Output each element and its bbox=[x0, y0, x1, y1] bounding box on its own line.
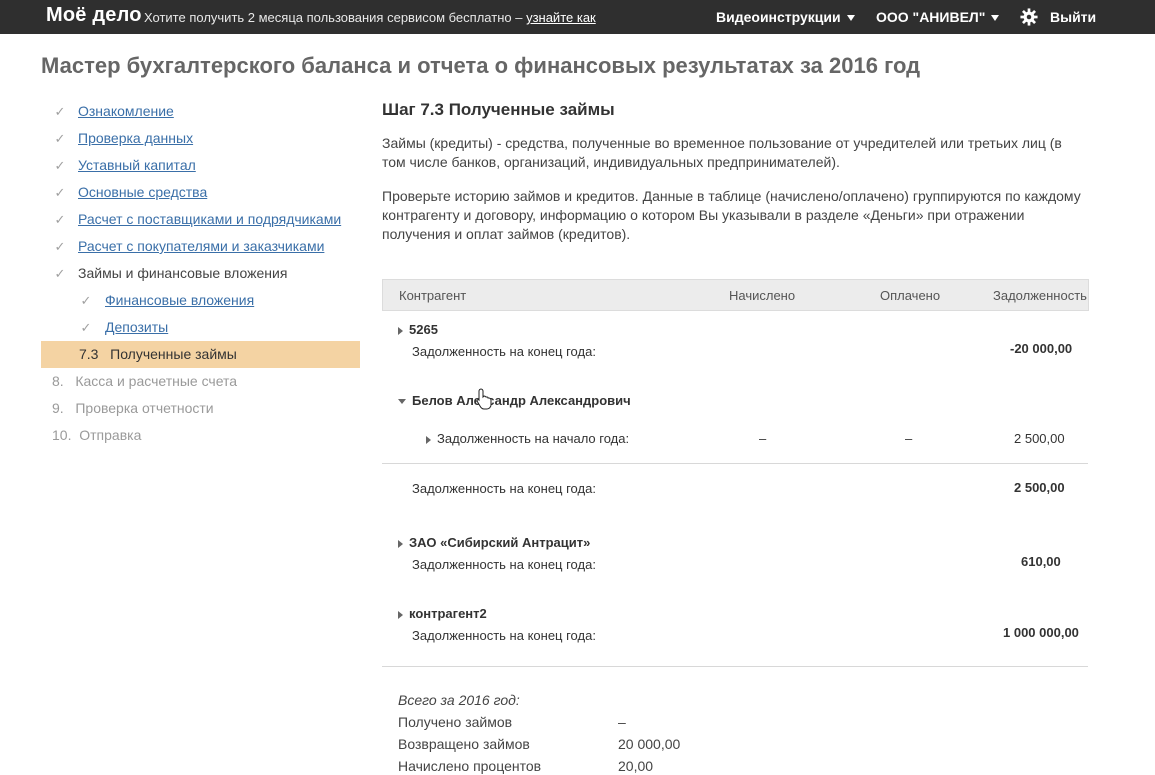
step-reporting-check: 9. Проверка отчетности bbox=[41, 395, 360, 422]
step-cash-accounts: 8. Касса и расчетные счета bbox=[41, 368, 360, 395]
collapse-arrow-icon bbox=[398, 399, 406, 405]
start-paid-value: – bbox=[905, 431, 913, 446]
step-link[interactable]: Ознакомление bbox=[78, 98, 174, 125]
start-debt-value: 2 500,00 bbox=[1014, 431, 1065, 446]
step-label: Займы и финансовые вложения bbox=[78, 265, 288, 281]
check-icon: ✓ bbox=[80, 320, 92, 335]
step-link[interactable]: Уставный капитал bbox=[78, 152, 196, 179]
counterparty-name: 5265 bbox=[409, 322, 438, 337]
step-intro[interactable]: ✓ Ознакомление bbox=[41, 98, 360, 125]
step-loans-investments: ✓ Займы и финансовые вложения bbox=[41, 260, 360, 287]
end-debt-value: 2 500,00 bbox=[1014, 480, 1065, 495]
summary-label: Возвращено займов bbox=[398, 736, 530, 752]
end-debt-value: 1 000 000,00 bbox=[1003, 625, 1079, 640]
step-send: 10. Отправка bbox=[41, 422, 360, 449]
end-debt-label: Задолженность на конец года: bbox=[412, 557, 596, 572]
start-debt-label: Задолженность на начало года: bbox=[437, 431, 630, 446]
check-icon: ✓ bbox=[54, 212, 66, 227]
expand-arrow-icon bbox=[426, 435, 431, 444]
step-link[interactable]: Расчет с покупателями и заказчиками bbox=[78, 233, 324, 260]
company-label: ООО "АНИВЕЛ" bbox=[876, 9, 986, 25]
chevron-down-icon bbox=[846, 15, 855, 22]
step-charter-capital[interactable]: ✓ Уставный капитал bbox=[41, 152, 360, 179]
step-label: 10. Отправка bbox=[52, 427, 142, 443]
step-customers[interactable]: ✓ Расчет с покупателями и заказчиками bbox=[41, 233, 360, 260]
step-title: Шаг 7.3 Полученные займы bbox=[382, 100, 615, 119]
subgroup-toggle[interactable]: Задолженность на начало года: bbox=[426, 431, 629, 446]
summary-title: Всего за 2016 год: bbox=[398, 692, 520, 708]
end-debt-label: Задолженность на конец года: bbox=[412, 628, 596, 643]
step-link[interactable]: Проверка данных bbox=[78, 125, 193, 152]
loans-table-header: Контрагент Начислено Оплачено Задолженно… bbox=[382, 279, 1089, 311]
end-debt-value: -20 000,00 bbox=[1010, 341, 1073, 356]
step-financial-investments[interactable]: ✓ Финансовые вложения bbox=[41, 287, 360, 314]
end-debt-value: 610,00 bbox=[1021, 554, 1061, 569]
group-toggle[interactable]: Белов Александр Александрович bbox=[398, 393, 631, 408]
column-header-paid: Оплачено bbox=[880, 288, 941, 303]
end-debt-label: Задолженность на конец года: bbox=[412, 481, 596, 496]
page-title: Мастер бухгалтерского баланса и отчета о… bbox=[41, 53, 921, 78]
column-header-counterparty: Контрагент bbox=[399, 288, 467, 303]
check-icon: ✓ bbox=[80, 293, 92, 308]
wizard-steps: ✓ Ознакомление ✓ Проверка данных ✓ Уставный… bbox=[41, 98, 360, 449]
counterparty-name: Белов Александр Александрович bbox=[412, 393, 631, 408]
summary-value: – bbox=[618, 714, 626, 730]
expand-arrow-icon bbox=[398, 539, 403, 548]
step-link[interactable]: Основные средства bbox=[78, 179, 207, 206]
top-bar: Моё дело Хотите получить 2 месяца пользо… bbox=[0, 0, 1155, 34]
step-link[interactable]: Финансовые вложения bbox=[105, 287, 254, 314]
group-toggle[interactable]: контрагент2 bbox=[398, 606, 487, 621]
check-icon: ✓ bbox=[54, 131, 66, 146]
logout-button[interactable]: Выйти bbox=[1050, 9, 1096, 25]
step-link[interactable]: Расчет с поставщиками и подрядчиками bbox=[78, 206, 341, 233]
step-fixed-assets[interactable]: ✓ Основные средства bbox=[41, 179, 360, 206]
group-toggle[interactable]: ЗАО «Сибирский Антрацит» bbox=[398, 535, 590, 550]
video-instructions-label: Видеоинструкции bbox=[716, 9, 841, 25]
chevron-down-icon bbox=[991, 15, 1000, 22]
step-label: 7.3 Полученные займы bbox=[79, 346, 237, 362]
promo-link[interactable]: узнайте как bbox=[526, 10, 596, 25]
divider bbox=[382, 666, 1088, 667]
promo-banner: Хотите получить 2 месяца пользования сер… bbox=[144, 10, 596, 25]
summary-label: Получено займов bbox=[398, 714, 513, 730]
group-toggle[interactable]: 5265 bbox=[398, 322, 438, 337]
step-suppliers[interactable]: ✓ Расчет с поставщиками и подрядчиками bbox=[41, 206, 360, 233]
counterparty-name: ЗАО «Сибирский Антрацит» bbox=[409, 535, 591, 550]
gear-icon[interactable] bbox=[1020, 8, 1038, 26]
column-header-accrued: Начислено bbox=[729, 288, 796, 303]
check-icon: ✓ bbox=[54, 266, 66, 281]
expand-arrow-icon bbox=[398, 610, 403, 619]
logo[interactable]: Моё дело bbox=[46, 4, 142, 27]
step-deposits[interactable]: ✓ Депозиты bbox=[41, 314, 360, 341]
main-content: Шаг 7.3 Полученные займы Займы (кредиты)… bbox=[382, 96, 1088, 244]
column-header-debt: Задолженность bbox=[993, 288, 1087, 303]
start-accrued-value: – bbox=[759, 431, 767, 446]
check-icon: ✓ bbox=[54, 185, 66, 200]
description-loans: Займы (кредиты) - средства, полученные в… bbox=[382, 135, 1062, 170]
hand-cursor-icon bbox=[476, 388, 492, 410]
check-icon: ✓ bbox=[54, 158, 66, 173]
summary-value: 20 000,00 bbox=[618, 736, 681, 752]
end-debt-label: Задолженность на конец года: bbox=[412, 344, 596, 359]
description-history: Проверьте историю займов и кредитов. Дан… bbox=[382, 188, 1081, 242]
company-menu[interactable]: ООО "АНИВЕЛ" bbox=[876, 9, 1000, 25]
step-received-loans[interactable]: 7.3 Полученные займы bbox=[41, 341, 360, 368]
counterparty-name: контрагент2 bbox=[409, 606, 487, 621]
divider bbox=[382, 463, 1088, 464]
step-label: 9. Проверка отчетности bbox=[52, 400, 214, 416]
check-icon: ✓ bbox=[54, 239, 66, 254]
video-instructions-menu[interactable]: Видеоинструкции bbox=[716, 9, 855, 25]
expand-arrow-icon bbox=[398, 326, 403, 335]
summary-value: 20,00 bbox=[618, 758, 654, 774]
check-icon: ✓ bbox=[54, 104, 66, 119]
step-label: 8. Касса и расчетные счета bbox=[52, 373, 238, 389]
step-check-data[interactable]: ✓ Проверка данных bbox=[41, 125, 360, 152]
step-link[interactable]: Депозиты bbox=[105, 314, 168, 341]
summary-label: Начислено процентов bbox=[398, 758, 542, 774]
promo-text: Хотите получить 2 месяца пользования сер… bbox=[144, 10, 527, 25]
